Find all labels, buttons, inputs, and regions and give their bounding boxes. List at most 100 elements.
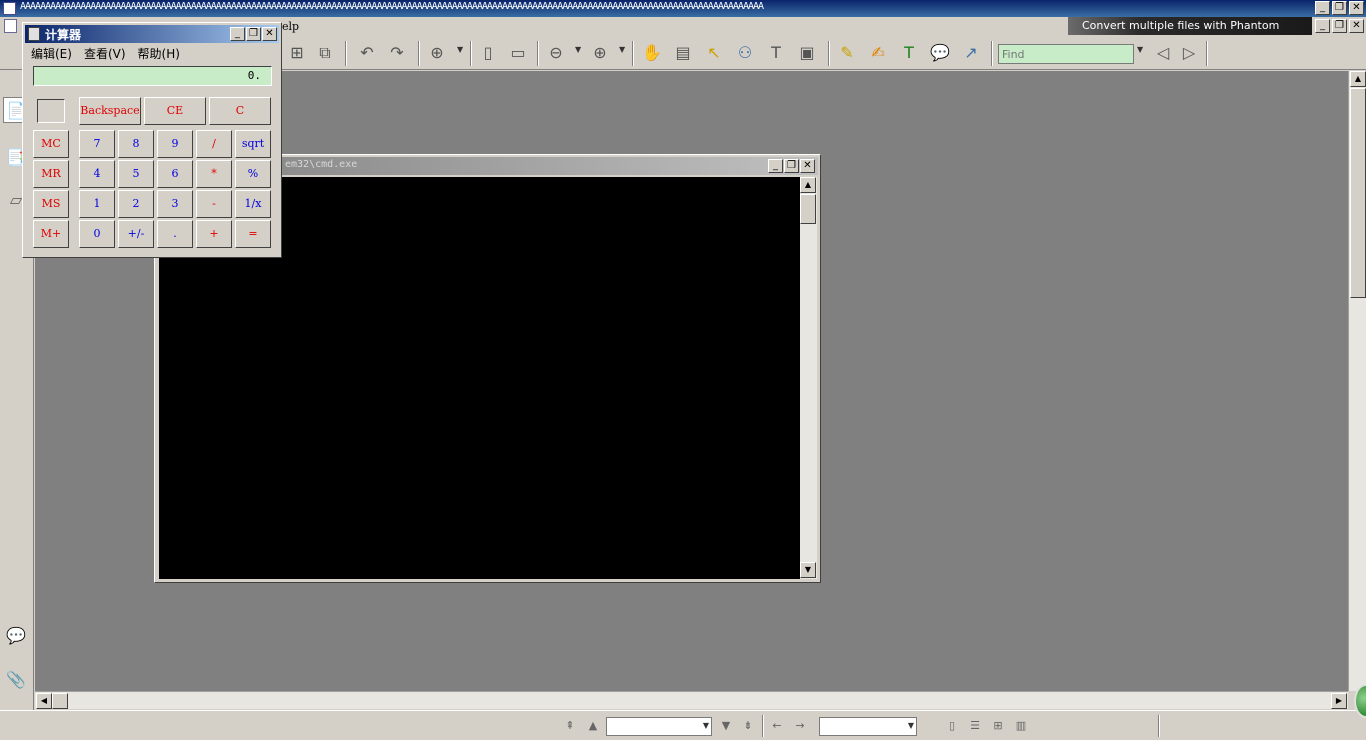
previous-page-icon[interactable]: ▲ (585, 718, 601, 734)
fit-width-icon[interactable]: ▭ (507, 42, 529, 64)
scroll-up-icon[interactable]: ▲ (1350, 71, 1366, 87)
find-dropdown-icon[interactable]: ▼ (1137, 45, 1143, 54)
digit-9-button[interactable]: 9 (157, 130, 193, 158)
forward-icon[interactable]: → (792, 718, 808, 734)
vertical-scrollbar[interactable]: ▲ (1348, 71, 1366, 691)
cmd-minimize-button[interactable]: _ (768, 159, 783, 173)
promo-banner[interactable]: Convert multiple files with Phantom (1068, 17, 1312, 35)
multiply-button[interactable]: * (196, 160, 232, 188)
minimize-button[interactable]: _ (1315, 1, 1330, 15)
hand-tool-icon[interactable]: ✋ (641, 42, 663, 64)
digit-2-button[interactable]: 2 (118, 190, 154, 218)
binoculars-icon[interactable]: ⚇ (734, 42, 756, 64)
extract-page-icon[interactable]: ⧉ (314, 42, 336, 64)
zoom-tool-icon[interactable]: ⊕ (426, 42, 448, 64)
calc-menu-help[interactable]: 帮助(H) (138, 45, 180, 61)
continuous-facing-icon[interactable]: ▥ (1013, 718, 1029, 734)
digit-4-button[interactable]: 4 (79, 160, 115, 188)
digit-7-button[interactable]: 7 (79, 130, 115, 158)
comment-icon[interactable]: 💬 (929, 42, 951, 64)
scroll-thumb[interactable] (1350, 88, 1366, 298)
cmd-scroll-up-icon[interactable]: ▲ (800, 177, 816, 193)
doc-minimize-button[interactable]: _ (1315, 19, 1330, 33)
calc-minimize-button[interactable]: _ (230, 27, 245, 41)
find-input[interactable] (998, 44, 1134, 64)
calculator-title-bar[interactable]: 计算器 _ ❐ ✕ (25, 25, 279, 43)
document-icon[interactable] (4, 19, 17, 33)
undo-icon[interactable]: ↶ (356, 42, 378, 64)
ms-button[interactable]: MS (33, 190, 69, 218)
divide-button[interactable]: / (196, 130, 232, 158)
arrow-tool-icon[interactable]: ↗ (960, 42, 982, 64)
subtract-button[interactable]: - (196, 190, 232, 218)
cmd-close-button[interactable]: ✕ (800, 159, 815, 173)
find-previous-icon[interactable]: ◁ (1152, 42, 1174, 64)
typewriter-icon[interactable]: T (898, 42, 920, 64)
first-page-icon[interactable]: ⇞ (562, 718, 578, 734)
snapshot-icon[interactable]: ▣ (796, 42, 818, 64)
zoom-in-dropdown-icon[interactable]: ▼ (619, 45, 625, 54)
calculator-window[interactable]: 计算器 _ ❐ ✕ 编辑(E) 查看(V) 帮助(H) 0. Backspace… (22, 22, 282, 258)
insert-page-icon[interactable]: ⊞ (286, 42, 308, 64)
clear-entry-button[interactable]: CE (144, 97, 206, 125)
zoom-select[interactable]: ▼ (819, 717, 917, 736)
sqrt-button[interactable]: sqrt (235, 130, 271, 158)
scroll-left-icon[interactable]: ◀ (36, 693, 52, 709)
zoom-dropdown-icon[interactable]: ▼ (457, 45, 463, 54)
digit-6-button[interactable]: 6 (157, 160, 193, 188)
digit-5-button[interactable]: 5 (118, 160, 154, 188)
reciprocal-button[interactable]: 1/x (235, 190, 271, 218)
find-next-icon[interactable]: ▷ (1178, 42, 1200, 64)
attachments-tab-icon[interactable]: 📎 (3, 667, 29, 693)
calc-maximize-button[interactable]: ❐ (246, 27, 261, 41)
calc-menu-view[interactable]: 查看(V) (84, 45, 126, 61)
digit-0-button[interactable]: 0 (79, 220, 115, 248)
app-title-bar[interactable]: AAAAAAAAAAAAAAAAAAAAAAAAAAAAAAAAAAAAAAAA… (0, 0, 1366, 17)
cmd-maximize-button[interactable]: ❐ (784, 159, 799, 173)
comments-tab-icon[interactable]: 💬 (3, 623, 29, 649)
m-plus-button[interactable]: M+ (33, 220, 69, 248)
cmd-scroll-down-icon[interactable]: ▼ (800, 562, 816, 578)
text-select-icon[interactable]: T (765, 42, 787, 64)
edit-tool-icon[interactable]: ✎ (836, 42, 858, 64)
back-icon[interactable]: ← (769, 718, 785, 734)
zoom-in-icon[interactable]: ⊕ (589, 42, 611, 64)
digit-8-button[interactable]: 8 (118, 130, 154, 158)
restore-button[interactable]: ❐ (1332, 1, 1347, 15)
close-button[interactable]: ✕ (1349, 1, 1364, 15)
fit-page-icon[interactable]: ▯ (477, 42, 499, 64)
sign-button[interactable]: +/- (118, 220, 154, 248)
h-scroll-thumb[interactable] (52, 693, 68, 709)
doc-restore-button[interactable]: ❐ (1332, 19, 1347, 33)
backspace-button[interactable]: Backspace (79, 97, 141, 125)
single-page-icon[interactable]: ▯ (944, 718, 960, 734)
clear-button[interactable]: C (209, 97, 271, 125)
select-arrow-icon[interactable]: ↖ (703, 42, 725, 64)
zoom-out-dropdown-icon[interactable]: ▼ (575, 45, 581, 54)
next-page-icon[interactable]: ▼ (718, 718, 734, 734)
horizontal-scrollbar[interactable]: ◀ ▶ (35, 691, 1348, 709)
page-number-select[interactable]: ▼ (606, 717, 712, 736)
equals-button[interactable]: = (235, 220, 271, 248)
zoom-out-icon[interactable]: ⊖ (545, 42, 567, 64)
digit-1-button[interactable]: 1 (79, 190, 115, 218)
facing-icon[interactable]: ⊞ (990, 718, 1006, 734)
redo-icon[interactable]: ↷ (386, 42, 408, 64)
doc-close-button[interactable]: ✕ (1349, 19, 1364, 33)
cmd-scroll-thumb[interactable] (800, 194, 816, 224)
loupe-icon[interactable]: ▤ (672, 42, 694, 64)
scroll-right-icon[interactable]: ▶ (1331, 693, 1347, 709)
cmd-scrollbar[interactable]: ▲ ▼ (800, 177, 817, 579)
decimal-button[interactable]: . (157, 220, 193, 248)
calc-menu-edit[interactable]: 编辑(E) (31, 45, 72, 61)
add-button[interactable]: + (196, 220, 232, 248)
menu-help[interactable]: elp (282, 20, 299, 33)
last-page-icon[interactable]: ⇟ (740, 718, 756, 734)
continuous-icon[interactable]: ☰ (967, 718, 983, 734)
mr-button[interactable]: MR (33, 160, 69, 188)
notes-icon[interactable]: ✍ (867, 42, 889, 64)
mc-button[interactable]: MC (33, 130, 69, 158)
digit-3-button[interactable]: 3 (157, 190, 193, 218)
percent-button[interactable]: % (235, 160, 271, 188)
calc-close-button[interactable]: ✕ (262, 27, 277, 41)
